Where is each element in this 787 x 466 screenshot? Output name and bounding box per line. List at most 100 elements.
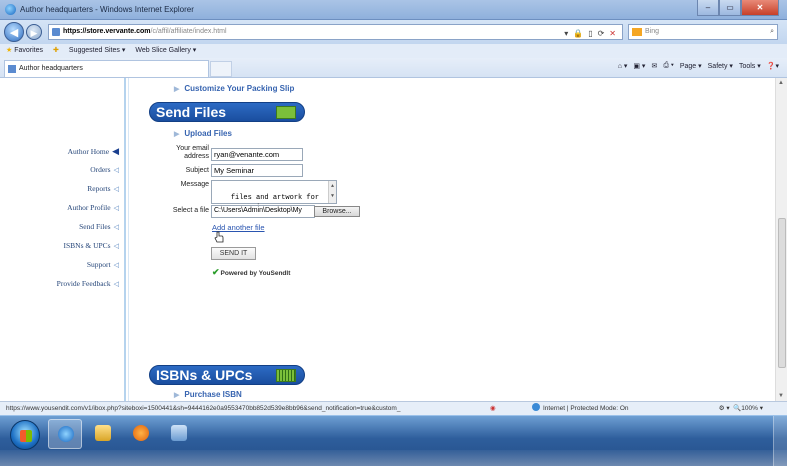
purchase-isbn-link[interactable]: ▶ Purchase ISBN xyxy=(174,390,242,399)
arrow-left-icon: ◀ xyxy=(112,146,119,156)
address-controls: ▾ 🔒 ▯ ⟳ ✕ xyxy=(564,27,616,41)
start-button[interactable] xyxy=(10,420,40,450)
refresh-icon[interactable]: ⟳ xyxy=(598,27,605,41)
maximize-button[interactable]: ▭ xyxy=(719,0,741,16)
scrollbar-thumb[interactable] xyxy=(778,218,786,368)
tab-title: Author headquarters xyxy=(19,65,83,72)
internet-explorer-icon xyxy=(5,4,16,15)
subject-label: Subject xyxy=(185,167,209,174)
favorites-item-web-slice-gallery[interactable]: Web Slice Gallery ▾ xyxy=(135,44,196,58)
url-host: https://store.vervante.com xyxy=(63,28,151,35)
bullet-icon: ▶ xyxy=(174,131,180,138)
bing-icon xyxy=(632,28,642,36)
close-button[interactable]: ✕ xyxy=(741,0,779,16)
taskbar-explorer[interactable] xyxy=(86,419,120,449)
send-files-header: Send Files xyxy=(149,102,305,122)
upload-icon xyxy=(276,106,296,119)
isbns-upcs-title: ISBNs & UPCs xyxy=(156,367,253,383)
email-label-line-2: address xyxy=(184,153,209,160)
sidebar-item-provide-feedback[interactable]: Provide Feedback ◁ xyxy=(57,279,119,288)
favorites-button[interactable]: ★ Favorites xyxy=(6,44,43,58)
forward-button[interactable]: ▶ xyxy=(26,24,42,40)
favorites-item-suggested-sites[interactable]: Suggested Sites ▾ xyxy=(69,44,125,58)
browse-button[interactable]: Browse... xyxy=(314,206,360,217)
windows-taskbar xyxy=(0,415,787,466)
search-placeholder: Bing xyxy=(645,28,660,35)
window-title: Author headquarters - Windows Internet E… xyxy=(20,5,194,14)
arrow-left-icon: ◁ xyxy=(113,185,119,193)
home-icon[interactable]: ⌂ ▾ xyxy=(618,62,628,70)
sidebar-item-isbns-upcs[interactable]: ISBNs & UPCs ◁ xyxy=(64,241,120,250)
star-icon: ★ xyxy=(6,47,13,54)
search-icon[interactable]: ⌕ xyxy=(770,25,774,39)
sidebar-item-orders[interactable]: Orders ◁ xyxy=(90,165,119,174)
taskbar-media-player[interactable] xyxy=(124,419,158,449)
select-file-label: Select a file xyxy=(172,207,209,214)
address-input[interactable]: https://store.vervante.com/c/affil/affil… xyxy=(48,24,623,40)
subject-field[interactable]: My Seminar xyxy=(211,164,303,177)
back-button[interactable]: ◀ xyxy=(4,22,24,42)
arrow-left-icon: ◁ xyxy=(113,242,119,250)
popup-blocker-icon[interactable]: ◉ xyxy=(490,402,496,415)
purchase-isbn-label: Purchase ISBN xyxy=(184,390,242,399)
message-textarea[interactable]: files and artwork for my new seminar pro… xyxy=(211,180,337,212)
sidebar-item-label: Provide Feedback xyxy=(56,279,111,288)
windows-logo-icon xyxy=(20,430,32,442)
hand-cursor-icon xyxy=(214,231,224,243)
email-label-line-1: Your email xyxy=(176,145,209,152)
upload-files-label: Upload Files xyxy=(184,129,232,138)
isbns-upcs-header: ISBNs & UPCs xyxy=(149,365,305,385)
stop-icon[interactable]: ✕ xyxy=(609,27,616,41)
mail-icon[interactable]: ✉ xyxy=(651,62,657,70)
customize-packing-slip-link[interactable]: ▶ Customize Your Packing Slip xyxy=(174,84,294,93)
sidebar-item-author-profile[interactable]: Author Profile ◁ xyxy=(67,203,119,212)
sidebar-item-author-home[interactable]: Author Home ◀ xyxy=(68,146,119,157)
tab-author-headquarters[interactable]: Author headquarters xyxy=(4,60,209,77)
new-tab-button[interactable] xyxy=(210,61,232,77)
add-favorite-icon[interactable]: ✚ xyxy=(53,44,59,58)
lock-icon[interactable]: 🔒 xyxy=(573,27,583,41)
status-bar: https://www.yousendit.com/v1/ibox.php?si… xyxy=(0,401,787,415)
upload-files-link[interactable]: ▶ Upload Files xyxy=(174,129,232,138)
search-input[interactable]: Bing ⌕ xyxy=(628,24,778,40)
zoom-control[interactable]: ⚙ ▾ 🔍100% ▾ xyxy=(719,402,763,415)
arrow-left-icon: ◁ xyxy=(113,204,119,212)
folder-icon xyxy=(95,425,111,441)
globe-icon xyxy=(532,403,540,411)
dropdown-icon[interactable]: ▾ xyxy=(564,27,568,41)
taskbar-internet-explorer[interactable] xyxy=(48,419,82,449)
page-menu[interactable]: Page ▾ xyxy=(680,62,702,70)
minimize-button[interactable]: – xyxy=(697,0,719,16)
send-it-button[interactable]: SEND IT xyxy=(211,247,256,260)
sidebar-item-label: Send Files xyxy=(79,222,111,231)
tools-menu[interactable]: Tools ▾ xyxy=(739,62,761,70)
checkmark-icon: ✔ xyxy=(212,267,220,277)
taskbar-app[interactable] xyxy=(162,419,196,449)
bullet-icon: ▶ xyxy=(174,86,180,93)
page-icon xyxy=(8,65,16,73)
security-zone[interactable]: Internet | Protected Mode: On xyxy=(532,402,629,415)
safety-menu[interactable]: Safety ▾ xyxy=(708,62,733,70)
scroll-down-arrow[interactable]: ▼ xyxy=(778,393,784,399)
command-bar: ⌂ ▾ ▣ ▾ ✉ ⎙ ▾ Page ▾ Safety ▾ Tools ▾ ❓▾ xyxy=(618,62,779,70)
file-path-input[interactable]: C:\Users\Admin\Desktop\My xyxy=(211,205,315,218)
feeds-icon[interactable]: ▣ ▾ xyxy=(633,62,645,70)
arrow-left-icon: ◁ xyxy=(113,166,119,174)
print-icon[interactable]: ⎙ ▾ xyxy=(663,62,674,70)
scroll-up-arrow[interactable]: ▲ xyxy=(778,80,784,86)
sidebar-item-support[interactable]: Support ◁ xyxy=(87,260,119,269)
sidebar-item-reports[interactable]: Reports ◁ xyxy=(87,184,119,193)
textarea-scrollbar[interactable]: ▲ ▼ xyxy=(328,181,336,203)
sidebar-item-send-files[interactable]: Send Files ◁ xyxy=(79,222,119,231)
page-content: Author Home ◀ Orders ◁ Reports ◁ Author Pro… xyxy=(0,78,775,401)
compatibility-icon[interactable]: ▯ xyxy=(588,27,592,41)
taskbar-reflection xyxy=(0,450,787,466)
help-menu[interactable]: ❓▾ xyxy=(767,62,779,70)
sidebar-divider-inner xyxy=(128,78,129,401)
sidebar-divider xyxy=(124,78,126,401)
email-label: Your email address xyxy=(160,145,209,161)
email-field[interactable]: ryan@venante.com xyxy=(211,148,303,161)
sidebar-item-label: ISBNs & UPCs xyxy=(63,241,111,250)
sidebar-item-label: Author Profile xyxy=(67,203,111,212)
vertical-scrollbar[interactable]: ▲ ▼ xyxy=(775,78,787,401)
